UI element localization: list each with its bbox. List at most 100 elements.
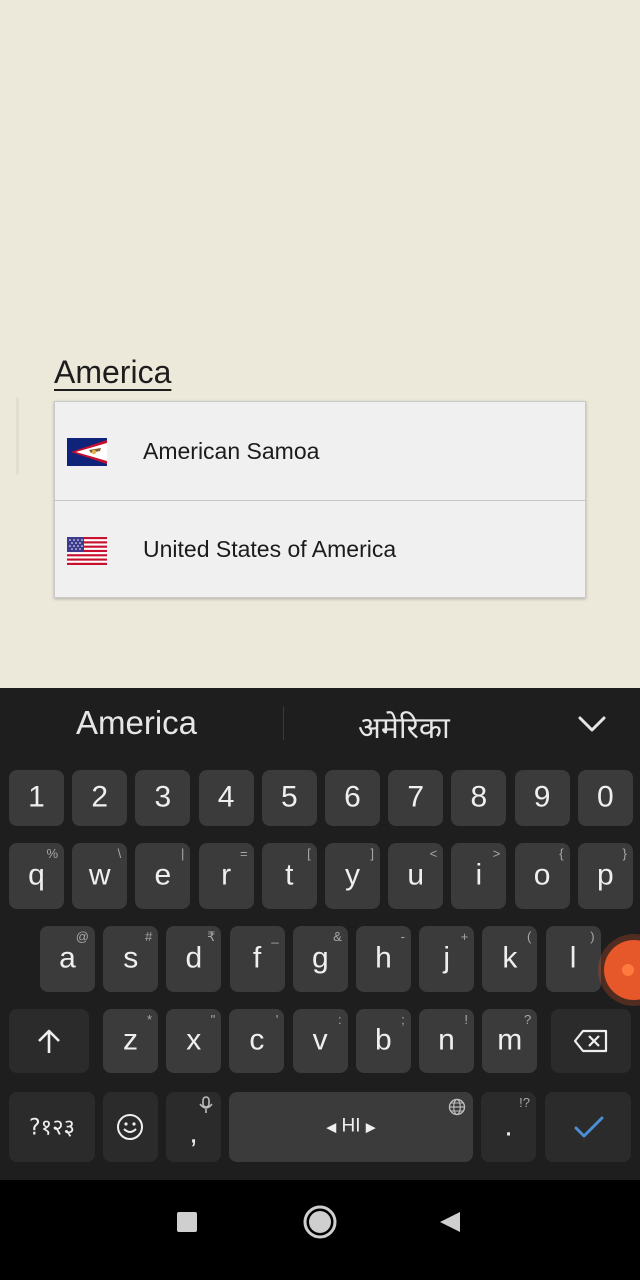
emoji-key[interactable] — [103, 1092, 158, 1162]
symbols-key-label: ?१२३ — [29, 1115, 75, 1141]
key-t[interactable]: [t — [261, 843, 317, 909]
american-samoa-flag-icon — [67, 438, 107, 466]
key-label: 9 — [533, 780, 551, 814]
key-label: u — [407, 858, 425, 892]
period-key[interactable]: !? . — [481, 1092, 536, 1162]
key-label: l — [569, 941, 577, 975]
enter-key[interactable] — [545, 1092, 631, 1162]
key-label: m — [497, 1023, 523, 1057]
space-key-label: ◀ HI ▶ — [229, 1116, 473, 1138]
key-h[interactable]: -h — [356, 926, 411, 992]
key-u[interactable]: < u — [388, 843, 444, 909]
back-triangle-icon — [440, 1212, 460, 1232]
navigation-bar — [0, 1180, 640, 1280]
key-g[interactable]: & g — [292, 926, 348, 992]
key-label: z — [123, 1023, 138, 1057]
key-o[interactable]: {o — [514, 843, 570, 909]
key-label: f — [252, 941, 262, 975]
key-label: k — [502, 941, 518, 975]
key-label: 5 — [280, 780, 298, 814]
key-p[interactable]: } p — [577, 843, 633, 909]
period-label: . — [504, 1109, 513, 1143]
key-label: v — [312, 1023, 328, 1057]
key-label: 2 — [91, 780, 109, 814]
floating-bubble[interactable] — [604, 940, 640, 1000]
symbols-key[interactable]: ?१२३ — [9, 1092, 95, 1162]
key-a[interactable]: @ a — [40, 926, 95, 992]
autocomplete-option[interactable]: United States of America — [55, 500, 585, 598]
key-x[interactable]: " x — [166, 1009, 222, 1073]
key-label: g — [311, 941, 329, 975]
chevron-down-icon[interactable] — [576, 708, 608, 740]
comma-key[interactable]: , — [166, 1092, 221, 1162]
key-2[interactable]: 2 — [72, 770, 128, 826]
emoji-icon — [117, 1114, 143, 1140]
chevron-left-icon: ◀ — [326, 1119, 337, 1135]
key-l[interactable]: ) l — [545, 926, 601, 992]
key-m[interactable]: ? m — [482, 1009, 538, 1073]
app-content: America American Samoa United States of … — [0, 0, 640, 688]
home-button[interactable] — [290, 1180, 350, 1280]
backspace-key[interactable] — [551, 1009, 631, 1073]
key-0[interactable]: 0 — [577, 770, 633, 826]
key-label: b — [374, 1023, 392, 1057]
comma-label: , — [189, 1116, 198, 1150]
key-z[interactable]: * z — [103, 1009, 158, 1073]
key-c[interactable]: ' c — [229, 1009, 285, 1073]
space-key[interactable]: ◀ HI ▶ — [229, 1092, 473, 1162]
key-label: 0 — [596, 780, 614, 814]
space-language-label: HI — [341, 1115, 361, 1137]
suggestion-primary[interactable]: America — [76, 704, 197, 742]
key-d[interactable]: ₹ d — [166, 926, 222, 992]
key-v[interactable]: :v — [292, 1009, 348, 1073]
key-label: h — [375, 941, 392, 975]
key-label: 3 — [154, 780, 172, 814]
key-b[interactable]: ; b — [355, 1009, 411, 1073]
key-3[interactable]: 3 — [135, 770, 191, 826]
back-button[interactable] — [420, 1180, 480, 1280]
key-7[interactable]: 7 — [388, 770, 444, 826]
backspace-icon — [573, 1029, 608, 1053]
key-y[interactable]: ] y — [325, 843, 380, 909]
key-label: p — [596, 858, 614, 892]
key-label: t — [285, 858, 294, 892]
key-q[interactable]: % q — [9, 843, 64, 909]
recents-button[interactable] — [157, 1180, 217, 1280]
suggestion-divider — [283, 706, 284, 740]
search-input[interactable]: America — [54, 354, 171, 391]
key-label: 6 — [344, 780, 361, 814]
key-label: 1 — [28, 780, 45, 814]
key-6[interactable]: 6 — [325, 770, 380, 826]
microphone-icon — [199, 1096, 213, 1113]
key-label: 7 — [407, 780, 425, 814]
autocomplete-option[interactable]: American Samoa — [55, 402, 585, 500]
key-label: c — [249, 1023, 265, 1057]
key-5[interactable]: 5 — [261, 770, 317, 826]
key-label: n — [438, 1023, 455, 1057]
suggestion-bar: America अमेरिका — [0, 688, 640, 758]
key-r[interactable]: = r — [198, 843, 254, 909]
key-8[interactable]: 8 — [451, 770, 507, 826]
autocomplete-dropdown: American Samoa United States of America — [54, 401, 586, 598]
key-9[interactable]: 9 — [514, 770, 570, 826]
key-1[interactable]: 1 — [9, 770, 64, 826]
key-j[interactable]: + j — [419, 926, 475, 992]
key-k[interactable]: (k — [482, 926, 538, 992]
key-label: o — [533, 858, 551, 892]
shift-key[interactable] — [9, 1009, 89, 1073]
key-w[interactable]: \ w — [72, 843, 128, 909]
key-e[interactable]: | e — [135, 843, 191, 909]
key-label: 8 — [470, 780, 488, 814]
key-i[interactable]: > i — [451, 843, 507, 909]
key-n[interactable]: ! n — [419, 1009, 474, 1073]
suggestion-secondary[interactable]: अमेरिका — [358, 706, 450, 747]
key-label: 4 — [217, 780, 235, 814]
key-f[interactable]: _ f — [229, 926, 285, 992]
home-circle-icon — [303, 1205, 337, 1239]
chevron-right-icon: ▶ — [365, 1119, 376, 1135]
key-label: e — [154, 858, 172, 892]
key-s[interactable]: # s — [103, 926, 159, 992]
usa-flag-icon — [67, 537, 107, 565]
option-label: United States of America — [143, 536, 397, 562]
key-4[interactable]: 4 — [198, 770, 254, 826]
